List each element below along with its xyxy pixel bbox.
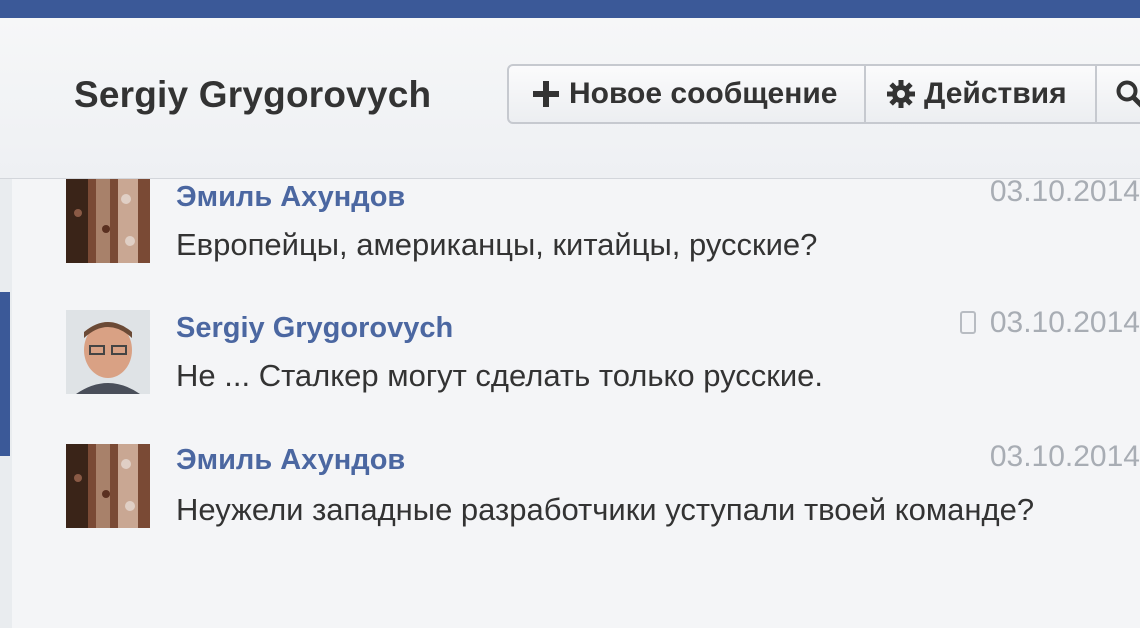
conversation-title: Sergiy Grygorovych <box>74 74 432 115</box>
actions-label: Действия <box>924 77 1067 110</box>
sender-name[interactable]: Эмиль Ахундов <box>176 181 405 214</box>
new-message-label: Новое сообщение <box>569 77 838 110</box>
message-date: 03.10.2014 <box>990 175 1140 209</box>
message-date: 03.10.2014 <box>959 306 1140 340</box>
message-text: Европейцы, американцы, китайцы, русские? <box>176 227 818 262</box>
sender-name[interactable]: Sergiy Grygorovych <box>176 312 453 345</box>
sender-name[interactable]: Эмиль Ахундов <box>176 444 405 477</box>
sender-avatar[interactable] <box>66 179 150 263</box>
message-date-text: 03.10.2014 <box>989 306 1140 339</box>
top-bar <box>0 0 1140 18</box>
message-text: Не ... Сталкер могут сделать только русс… <box>176 358 824 393</box>
pattern-avatar-image <box>66 444 150 528</box>
message-date: 03.10.2014 <box>990 440 1140 474</box>
left-accent-bar <box>0 292 10 456</box>
message-item: Эмиль Ахундов 03.10.2014 Неужели западны… <box>66 440 1140 574</box>
search-icon <box>1116 80 1140 108</box>
new-message-button[interactable]: Новое сообщение <box>507 64 866 124</box>
portrait-avatar-image <box>66 310 150 394</box>
mobile-icon <box>959 311 976 334</box>
message-item: Sergiy Grygorovych 03.10.2014 Не ... Ста… <box>66 306 1140 410</box>
sender-avatar[interactable] <box>66 310 150 394</box>
pattern-avatar-image <box>66 179 150 263</box>
message-thread[interactable]: Эмиль Ахундов 03.10.2014 Европейцы, амер… <box>12 175 1140 628</box>
message-date-text: 03.10.2014 <box>989 440 1140 473</box>
message-item: Эмиль Ахундов 03.10.2014 Европейцы, амер… <box>66 175 1140 279</box>
sender-avatar[interactable] <box>66 444 150 528</box>
conversation-header: Sergiy Grygorovych Новое сообщение Дейст… <box>0 18 1140 179</box>
gear-icon <box>887 80 915 108</box>
plus-icon <box>533 81 559 107</box>
message-text: Неужели западные разработчики уступали т… <box>176 492 1035 527</box>
message-date-text: 03.10.2014 <box>989 175 1140 208</box>
actions-button[interactable]: Действия <box>864 64 1097 124</box>
search-button[interactable] <box>1095 64 1140 124</box>
